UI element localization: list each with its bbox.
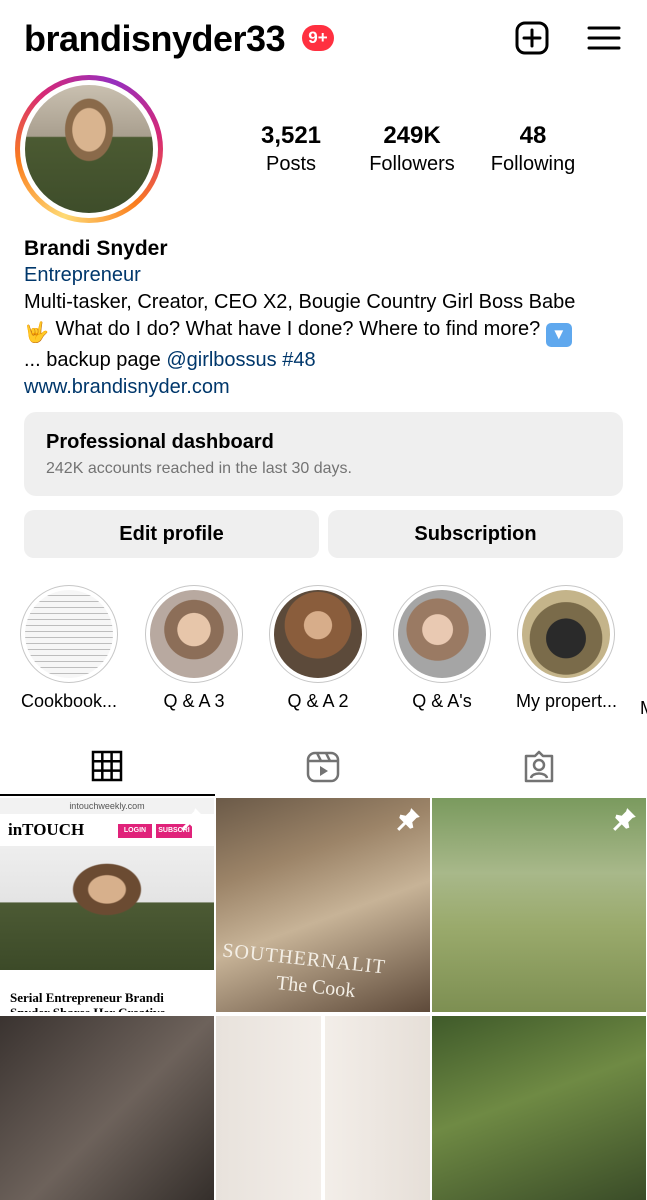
posts-count: 3,521 [260,122,322,149]
highlight-ring [20,585,118,683]
category-label: Entrepreneur [24,264,141,286]
posts-grid: intouchweekly.com inTOUCH LOGIN SUBSCRI … [0,798,647,1200]
tab-reels[interactable] [215,740,430,796]
followers-label: Followers [369,153,455,175]
following-label: Following [490,153,576,175]
active-tab-indicator [0,794,215,796]
grid-post-6[interactable] [432,1016,646,1200]
grid-post-3[interactable] [432,798,646,1012]
avatar[interactable] [25,85,153,213]
highlight-label: My propert... [516,691,618,711]
profile-header: brandisnyder33 9+ [0,0,647,78]
profile-tabs [0,740,647,796]
followers-stat[interactable]: 249K Followers [357,122,467,176]
mention-link[interactable]: @girlbossus [166,349,276,371]
highlight-label: Q & A 3 [163,691,225,711]
add-square-icon[interactable] [514,20,550,56]
photo-split-divider [321,1016,325,1200]
down-arrow-emoji-icon: ▼ [545,323,572,347]
highlight-label: Q & A 2 [287,691,349,711]
bio-line-2-text: What do I do? What have I done? Where to… [50,318,546,340]
professional-dashboard[interactable]: Professional dashboard 242K accounts rea… [24,412,623,496]
tab-tagged[interactable] [431,740,646,796]
highlight-my-property[interactable]: My propert... [516,585,618,712]
highlight-ring [517,585,615,683]
pin-icon [397,808,420,831]
highlight-qa3[interactable]: Q & A 3 [144,585,244,712]
avatar-frame [20,80,158,218]
dashboard-subtitle: 242K accounts reached in the last 30 day… [46,460,352,477]
bio-line-3: ... backup page @girlbossus #48 [24,347,636,374]
magazine-photo [0,846,214,970]
followers-count: 249K [383,122,441,149]
username[interactable]: brandisnyder33 [24,18,286,60]
grid-post-1[interactable]: intouchweekly.com inTOUCH LOGIN SUBSCRI … [0,798,214,1012]
magazine-logo: inTOUCH [8,820,85,839]
highlight-label: Q & A's [412,691,472,711]
highlight-partial[interactable]: M [640,585,647,719]
grid-post-2[interactable]: SOUTHERNALIT The Cook [216,798,430,1012]
following-count: 48 [519,122,547,149]
subscription-button[interactable]: Subscription [328,510,623,558]
pin-icon [613,808,636,831]
notification-badge[interactable]: 9+ [302,25,334,51]
edit-profile-button[interactable]: Edit profile [24,510,319,558]
rock-hand-emoji-icon: 🤟 [24,322,49,344]
highlight-cookbook[interactable]: Cookbook... [19,585,119,712]
reels-icon [306,751,340,783]
highlight-cover [274,590,362,678]
highlight-ring [393,585,491,683]
grid-post-5[interactable] [216,1016,430,1200]
grid-post-4[interactable] [0,1016,214,1200]
tab-posts-grid[interactable] [0,740,215,796]
following-stat[interactable]: 48 Following [478,122,588,176]
pin-icon [181,808,204,831]
tagged-icon [524,750,554,783]
highlight-label: Cookbook... [20,691,118,711]
story-ring[interactable] [15,75,163,223]
bio-line-1: Multi-tasker, Creator, CEO X2, Bougie Co… [24,291,576,313]
highlight-cover [398,590,486,678]
magazine-login-label: LOGIN [118,824,152,838]
magazine-headline: Serial Entrepreneur Brandi Snyder Shares… [10,990,165,1012]
hamburger-menu-icon[interactable] [586,20,622,56]
highlight-qa2[interactable]: Q & A 2 [268,585,368,712]
website-link[interactable]: www.brandisnyder.com [24,374,636,401]
highlight-cover [522,590,610,678]
bio-section: Brandi Snyder Entrepreneur Multi-tasker,… [24,235,636,401]
bio-line-2: 🤟 What do I do? What have I done? Where … [24,316,636,347]
grid-icon [91,750,123,782]
highlight-ring [145,585,243,683]
highlight-label: M [640,698,647,719]
cookbook-subtitle: The Cook [275,971,357,1003]
highlight-qas[interactable]: Q & A's [392,585,492,712]
dashboard-title: Professional dashboard [46,431,274,453]
posts-stat[interactable]: 3,521 Posts [236,122,346,176]
bio-line-3-prefix: ... backup page [24,349,167,371]
display-name: Brandi Snyder [24,237,168,260]
highlight-cover [25,590,113,678]
highlight-ring [269,585,367,683]
posts-label: Posts [265,153,317,175]
highlight-cover [150,590,238,678]
cookbook-title: SOUTHERNALIT [221,939,387,979]
hashtag-link[interactable]: #48 [282,349,315,371]
